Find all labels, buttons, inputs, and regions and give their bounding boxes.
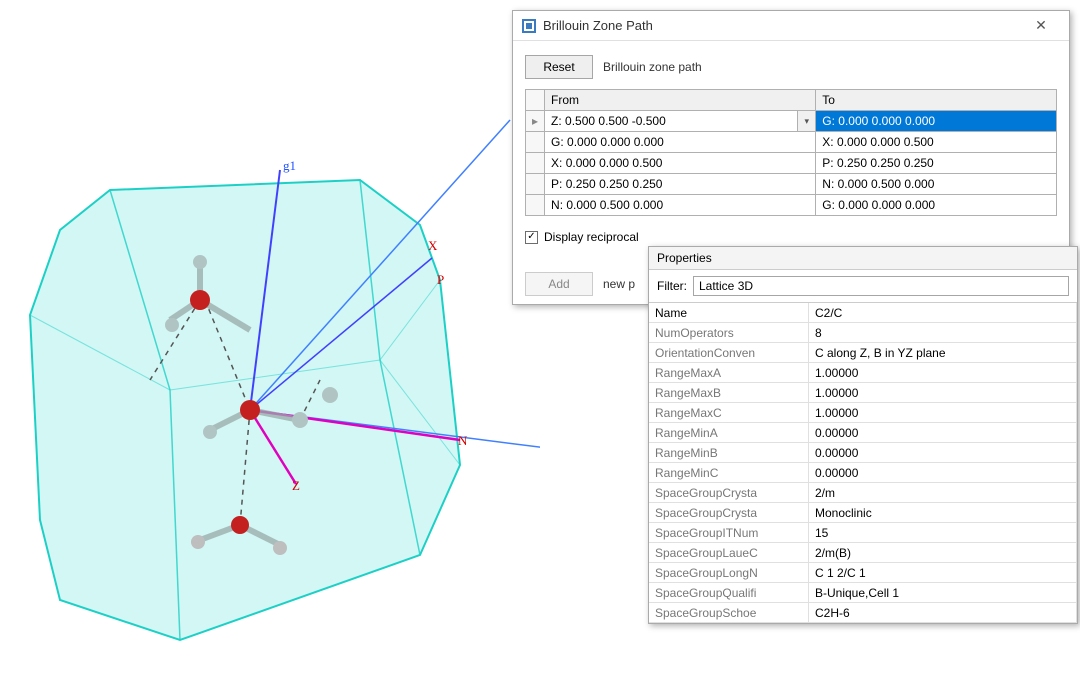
from-cell[interactable]: P: 0.250 0.250 0.250: [545, 174, 816, 195]
from-cell[interactable]: Z: 0.500 0.500 -0.500▾: [545, 111, 816, 132]
to-cell[interactable]: X: 0.000 0.000 0.500: [816, 132, 1057, 153]
to-cell[interactable]: P: 0.250 0.250 0.250: [816, 153, 1057, 174]
property-value[interactable]: 2/m: [809, 483, 1077, 503]
row-handle[interactable]: ▸: [526, 111, 545, 132]
property-key[interactable]: OrientationConven: [649, 343, 809, 363]
property-key[interactable]: SpaceGroupSchoe: [649, 603, 809, 623]
display-reciprocal-label: Display reciprocal: [544, 230, 639, 244]
close-button[interactable]: ✕: [1021, 12, 1061, 40]
property-key[interactable]: RangeMinC: [649, 463, 809, 483]
bz-path-table[interactable]: From To ▸Z: 0.500 0.500 -0.500▾G: 0.000 …: [525, 89, 1057, 216]
property-value[interactable]: C 1 2/C 1: [809, 563, 1077, 583]
property-value[interactable]: C2H-6: [809, 603, 1077, 623]
dialog-title: Brillouin Zone Path: [543, 18, 653, 33]
new-label: new p: [603, 277, 635, 291]
property-key[interactable]: Name: [649, 303, 809, 323]
from-cell[interactable]: G: 0.000 0.000 0.000: [545, 132, 816, 153]
row-handle[interactable]: [526, 153, 545, 174]
row-handle[interactable]: [526, 174, 545, 195]
path-label: Brillouin zone path: [603, 60, 702, 74]
filter-label: Filter:: [657, 279, 687, 293]
property-value[interactable]: 1.00000: [809, 383, 1077, 403]
property-value[interactable]: B-Unique,Cell 1: [809, 583, 1077, 603]
property-key[interactable]: SpaceGroupCrysta: [649, 503, 809, 523]
property-key[interactable]: SpaceGroupITNum: [649, 523, 809, 543]
property-key[interactable]: RangeMinB: [649, 443, 809, 463]
row-handle[interactable]: [526, 132, 545, 153]
label-z: Z: [292, 478, 300, 493]
from-cell[interactable]: X: 0.000 0.000 0.500: [545, 153, 816, 174]
property-key[interactable]: RangeMaxA: [649, 363, 809, 383]
label-x: X: [428, 238, 438, 253]
table-row[interactable]: X: 0.000 0.000 0.500P: 0.250 0.250 0.250: [526, 153, 1057, 174]
property-grid[interactable]: NameC2/CNumOperators8OrientationConvenC …: [649, 302, 1077, 623]
property-value[interactable]: Monoclinic: [809, 503, 1077, 523]
reset-button[interactable]: Reset: [525, 55, 593, 79]
property-value[interactable]: 0.00000: [809, 463, 1077, 483]
property-value[interactable]: 2/m(B): [809, 543, 1077, 563]
from-cell[interactable]: N: 0.000 0.500 0.000: [545, 195, 816, 216]
label-n: N: [458, 433, 468, 448]
table-row[interactable]: N: 0.000 0.500 0.000G: 0.000 0.000 0.000: [526, 195, 1057, 216]
property-key[interactable]: RangeMaxC: [649, 403, 809, 423]
col-to[interactable]: To: [816, 90, 1057, 111]
property-value[interactable]: C2/C: [809, 303, 1077, 323]
table-row[interactable]: G: 0.000 0.000 0.000X: 0.000 0.000 0.500: [526, 132, 1057, 153]
label-p: P: [437, 272, 444, 287]
to-cell[interactable]: N: 0.000 0.500 0.000: [816, 174, 1057, 195]
property-value[interactable]: 0.00000: [809, 443, 1077, 463]
property-key[interactable]: SpaceGroupCrysta: [649, 483, 809, 503]
property-key[interactable]: NumOperators: [649, 323, 809, 343]
properties-panel: Properties Filter: NameC2/CNumOperators8…: [648, 246, 1078, 624]
property-value[interactable]: 15: [809, 523, 1077, 543]
dropdown-caret-icon[interactable]: ▾: [797, 111, 815, 131]
3d-viewport[interactable]: g1 g2 X P N Z: [0, 0, 540, 683]
property-value[interactable]: 0.00000: [809, 423, 1077, 443]
dialog-titlebar[interactable]: Brillouin Zone Path ✕: [513, 11, 1069, 41]
property-value[interactable]: 1.00000: [809, 403, 1077, 423]
add-button[interactable]: Add: [525, 272, 593, 296]
label-g1: g1: [283, 158, 296, 173]
property-key[interactable]: RangeMinA: [649, 423, 809, 443]
table-row[interactable]: P: 0.250 0.250 0.250N: 0.000 0.500 0.000: [526, 174, 1057, 195]
col-from[interactable]: From: [545, 90, 816, 111]
to-cell[interactable]: G: 0.000 0.000 0.000: [816, 111, 1057, 132]
properties-header[interactable]: Properties: [649, 247, 1077, 270]
property-value[interactable]: 1.00000: [809, 363, 1077, 383]
table-row[interactable]: ▸Z: 0.500 0.500 -0.500▾G: 0.000 0.000 0.…: [526, 111, 1057, 132]
property-key[interactable]: SpaceGroupLongN: [649, 563, 809, 583]
row-handle-header: [526, 90, 545, 111]
to-cell[interactable]: G: 0.000 0.000 0.000: [816, 195, 1057, 216]
close-icon: ✕: [1035, 17, 1047, 34]
property-key[interactable]: RangeMaxB: [649, 383, 809, 403]
property-key[interactable]: SpaceGroupLaueC: [649, 543, 809, 563]
display-reciprocal-checkbox[interactable]: ✓: [525, 231, 538, 244]
filter-input[interactable]: [693, 276, 1069, 296]
property-value[interactable]: C along Z, B in YZ plane: [809, 343, 1077, 363]
row-handle[interactable]: [526, 195, 545, 216]
property-value[interactable]: 8: [809, 323, 1077, 343]
property-key[interactable]: SpaceGroupQualifi: [649, 583, 809, 603]
app-icon: [521, 18, 537, 34]
